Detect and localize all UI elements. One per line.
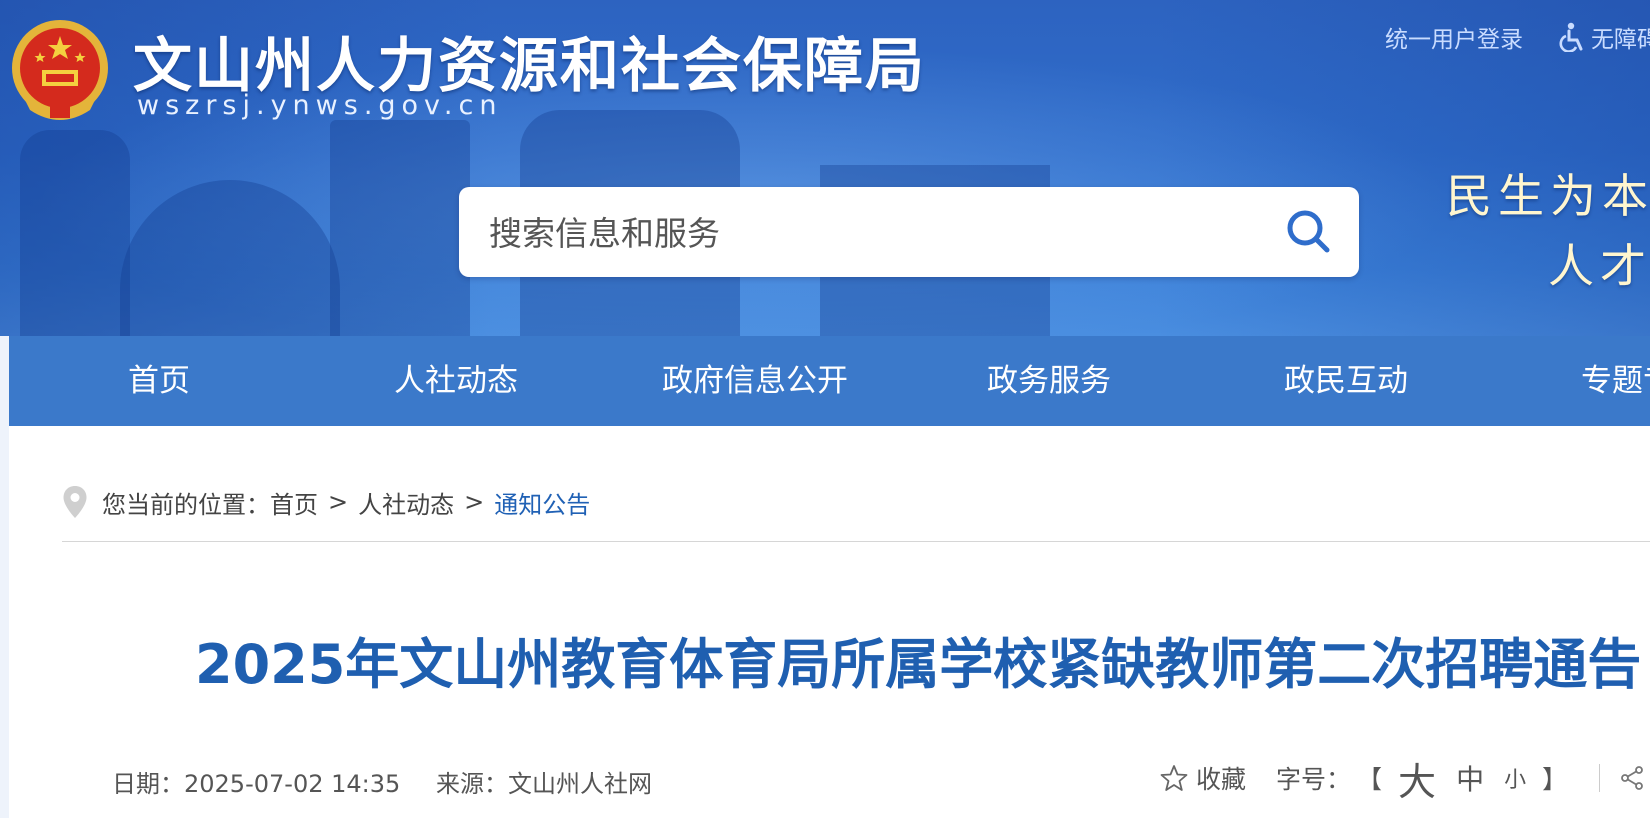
site-domain: wszrsj.ynws.gov.cn [137, 90, 503, 121]
article-source: 来源：文山州人社网 [436, 764, 652, 799]
font-size-medium-button[interactable]: 中 [1456, 758, 1484, 798]
breadcrumb-separator: > [464, 488, 485, 516]
source-label: 来源： [436, 770, 508, 798]
article-title: 2025年文山州教育体育局所属学校紧缺教师第二次招聘通告 [195, 633, 1642, 696]
national-emblem-icon [12, 20, 108, 120]
breadcrumb-divider [62, 541, 1650, 542]
banner-tower-decoration [20, 130, 130, 336]
favorite-button[interactable]: 收藏 [1160, 760, 1246, 796]
breadcrumb: 您当前的位置： 首页 > 人社动态 > 通知公告 [62, 482, 590, 522]
banner-pagoda-decoration [330, 120, 470, 336]
slogan-line-1: 民生为本 [1446, 169, 1650, 223]
font-size-large-button[interactable]: 大 [1398, 751, 1436, 806]
accessibility-label: 无障碍 [1591, 27, 1650, 53]
search-icon[interactable] [1281, 204, 1337, 260]
date-value: 2025-07-02 14:35 [184, 770, 401, 798]
share-icon[interactable] [1620, 765, 1644, 791]
article-date: 日期：2025-07-02 14:35 [112, 764, 400, 799]
nav-item-interaction[interactable]: 政民互动 [1284, 336, 1408, 426]
location-pin-icon [63, 486, 87, 518]
breadcrumb-separator: > [328, 488, 349, 516]
search-input[interactable] [487, 187, 1271, 279]
page-left-edge [0, 336, 9, 818]
article-toolbar: 收藏 字号： 【 大 中 小 】 [1160, 752, 1650, 804]
font-size-label: 字号： [1276, 765, 1352, 794]
date-label: 日期： [112, 770, 184, 798]
breadcrumb-prefix: 您当前的位置： [102, 490, 270, 519]
accessibility-link[interactable]: 无障碍 [1559, 20, 1650, 54]
login-link[interactable]: 统一用户登录 [1385, 20, 1523, 54]
bracket-open: 【 [1357, 765, 1383, 794]
nav-item-news[interactable]: 人社动态 [394, 336, 518, 426]
nav-item-home[interactable]: 首页 [128, 336, 190, 426]
favorite-label: 收藏 [1196, 765, 1247, 794]
breadcrumb-news[interactable]: 人社动态 [358, 485, 454, 520]
search-box [459, 187, 1359, 279]
slogan-line-2: 人才优先 [1548, 239, 1650, 293]
nav-item-topics[interactable]: 专题专栏 [1581, 336, 1650, 426]
font-size-control: 字号： 【 大 中 小 】 [1276, 751, 1573, 806]
nav-item-services[interactable]: 政务服务 [987, 336, 1111, 426]
font-size-small-button[interactable]: 小 [1504, 762, 1526, 794]
header-banner: 文山州人力资源和社会保障局 wszrsj.ynws.gov.cn 统一用户登录 … [0, 0, 1650, 336]
star-icon [1160, 765, 1188, 791]
toolbar-divider [1599, 764, 1601, 792]
breadcrumb-notices[interactable]: 通知公告 [494, 485, 590, 520]
nav-item-gov-info[interactable]: 政府信息公开 [662, 336, 848, 426]
bracket-close: 】 [1542, 765, 1568, 794]
accessibility-icon [1559, 22, 1583, 52]
breadcrumb-home[interactable]: 首页 [270, 485, 318, 520]
main-nav: 首页 人社动态 政府信息公开 政务服务 政民互动 专题专栏 [9, 336, 1650, 426]
source-value: 文山州人社网 [508, 770, 652, 798]
